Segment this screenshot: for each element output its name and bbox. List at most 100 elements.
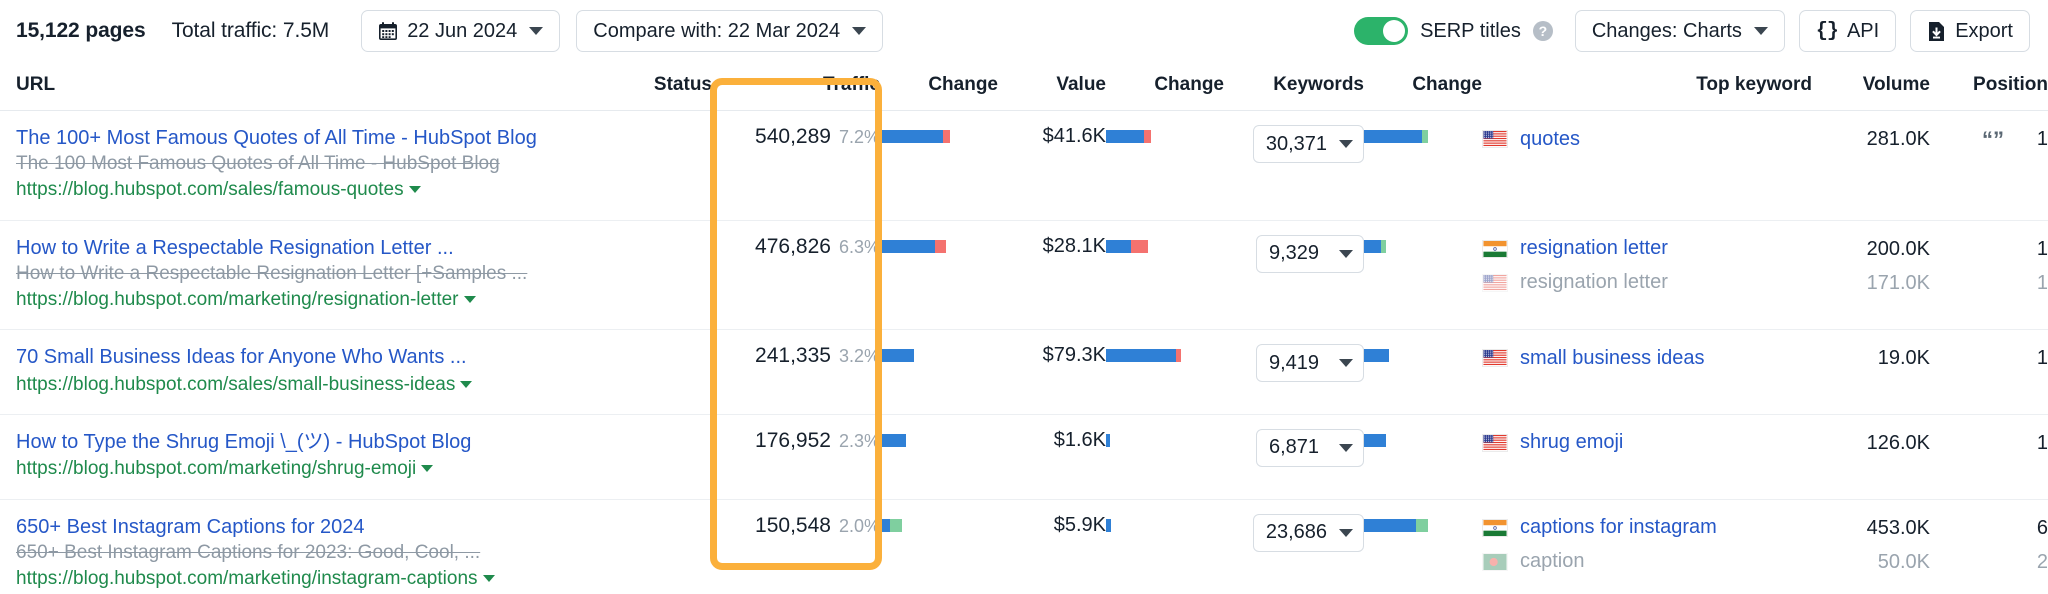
- position-line: 1: [1930, 429, 2048, 457]
- col-header-keywords[interactable]: Keywords: [1224, 62, 1364, 111]
- bar-segment: [1364, 433, 1386, 447]
- page-title-link[interactable]: 650+ Best Instagram Captions for 2024: [0, 514, 612, 540]
- keywords-dropdown[interactable]: 9,419: [1256, 344, 1364, 383]
- cell-change-value: [1106, 329, 1224, 415]
- col-header-top-keyword[interactable]: Top keyword: [1482, 62, 1812, 111]
- bar-segment: [1106, 239, 1131, 253]
- cell-change-value: [1106, 110, 1224, 221]
- chevron-down-icon[interactable]: [482, 575, 495, 583]
- traffic-value: 150,548: [755, 513, 831, 537]
- keyword-link[interactable]: resignation letter: [1520, 271, 1668, 294]
- keywords-count: 6,871: [1269, 436, 1320, 459]
- keywords-change-bar: [1364, 349, 1482, 363]
- compare-date-label: Compare with: 22 Mar 2024: [593, 19, 841, 42]
- cell-url: How to Write a Respectable Resignation L…: [0, 220, 612, 331]
- keywords-dropdown[interactable]: 9,329: [1256, 234, 1364, 273]
- bar-segment: [880, 349, 914, 363]
- chevron-down-icon: [1753, 27, 1768, 35]
- keyword-entry: resignation letter: [1482, 269, 1812, 297]
- cell-volume: 281.0K: [1812, 110, 1930, 221]
- page-title-link[interactable]: The 100+ Most Famous Quotes of All Time …: [0, 125, 612, 151]
- page-url[interactable]: https://blog.hubspot.com/marketing/resig…: [0, 286, 612, 313]
- keywords-dropdown[interactable]: 30,371: [1252, 125, 1364, 163]
- traffic-change-bar: [880, 130, 998, 143]
- previous-page-title: 650+ Best Instagram Captions for 2023: G…: [16, 541, 481, 563]
- col-header-change-traffic[interactable]: Change: [880, 62, 998, 111]
- cell-value: $41.6K: [998, 110, 1106, 221]
- table-body: The 100+ Most Famous Quotes of All Time …: [0, 110, 2048, 594]
- position-value: 2: [2036, 550, 2048, 573]
- total-traffic: Total traffic: 7.5M: [171, 19, 330, 42]
- date-picker-label: 22 Jun 2024: [407, 19, 518, 42]
- export-button[interactable]: Export: [1910, 10, 2030, 52]
- bar-segment: [880, 518, 890, 532]
- serp-titles-toggle[interactable]: [1354, 17, 1409, 45]
- previous-page-title: The 100 Most Famous Quotes of All Time -…: [16, 153, 500, 175]
- col-header-change-value[interactable]: Change: [1106, 62, 1224, 111]
- page-url-text: https://blog.hubspot.com/marketing/insta…: [16, 568, 478, 590]
- chevron-down-icon: [529, 27, 544, 35]
- page-url[interactable]: https://blog.hubspot.com/marketing/shrug…: [0, 455, 612, 482]
- cell-top-keyword: shrug emoji: [1482, 414, 1812, 500]
- volume-value: 126.0K: [1866, 431, 1930, 454]
- chevron-down-icon[interactable]: [463, 296, 476, 304]
- cell-keywords: 9,419: [1224, 329, 1364, 415]
- cell-volume: 200.0K 171.0K: [1812, 220, 1930, 331]
- col-header-position[interactable]: Position: [1930, 62, 2048, 111]
- traffic-share: 7.2%: [838, 127, 880, 147]
- cell-status: [612, 220, 712, 331]
- cell-url: 70 Small Business Ideas for Anyone Who W…: [0, 329, 612, 415]
- keyword-link[interactable]: caption: [1520, 550, 1585, 573]
- position-value: 1: [2036, 347, 2048, 370]
- cell-top-keyword: resignation letter resignation letter: [1482, 220, 1812, 331]
- col-header-url[interactable]: URL: [0, 62, 612, 111]
- compare-date-button[interactable]: Compare with: 22 Mar 2024: [576, 10, 884, 52]
- chevron-down-icon[interactable]: [421, 465, 434, 473]
- chevron-down-icon[interactable]: [408, 186, 421, 194]
- col-header-value[interactable]: Value: [998, 62, 1106, 111]
- value-change-bar: [1106, 433, 1224, 447]
- table-row: 650+ Best Instagram Captions for 2024 650…: [0, 499, 2048, 594]
- keyword-link[interactable]: resignation letter: [1520, 237, 1668, 260]
- braces-icon: {}: [1815, 19, 1839, 43]
- col-header-status[interactable]: Status: [612, 62, 712, 111]
- traffic-share: 2.3%: [838, 430, 880, 451]
- keywords-count: 9,419: [1269, 351, 1320, 374]
- keywords-change-bar: [1364, 239, 1482, 253]
- page-url[interactable]: https://blog.hubspot.com/sales/small-bus…: [0, 371, 612, 398]
- cell-change-traffic: [880, 220, 998, 331]
- bar-segment: [1364, 130, 1422, 143]
- chevron-down-icon[interactable]: [460, 380, 473, 388]
- help-icon[interactable]: ?: [1532, 21, 1553, 41]
- cell-value: $5.9K: [1053, 513, 1106, 536]
- traffic-change-bar: [880, 433, 998, 447]
- flag-icon-us: [1482, 130, 1508, 148]
- cell-url: How to Type the Shrug Emoji \_(ツ) - HubS…: [0, 414, 612, 500]
- col-header-change-keywords[interactable]: Change: [1364, 62, 1482, 111]
- page-url-text: https://blog.hubspot.com/sales/small-bus…: [16, 373, 456, 395]
- keyword-link[interactable]: quotes: [1520, 128, 1580, 151]
- page-url[interactable]: https://blog.hubspot.com/marketing/insta…: [0, 565, 612, 592]
- page-title-link[interactable]: How to Write a Respectable Resignation L…: [0, 235, 612, 261]
- keyword-link[interactable]: small business ideas: [1520, 347, 1705, 370]
- serp-feature-snippet-icon[interactable]: “”: [1982, 126, 2004, 154]
- keyword-link[interactable]: captions for instagram: [1520, 516, 1717, 539]
- keywords-dropdown[interactable]: 23,686: [1252, 513, 1364, 552]
- keywords-dropdown[interactable]: 6,871: [1256, 428, 1364, 467]
- flag-icon-bd: [1483, 553, 1507, 570]
- position-value: 1: [2036, 128, 2048, 150]
- page-title-link[interactable]: How to Type the Shrug Emoji \_(ツ) - HubS…: [0, 429, 612, 455]
- bar-segment: [890, 518, 902, 532]
- api-button[interactable]: {} API: [1798, 10, 1897, 52]
- col-header-traffic[interactable]: Traffic: [712, 62, 880, 111]
- changes-mode-button[interactable]: Changes: Charts: [1574, 10, 1785, 52]
- bar-segment: [1381, 239, 1386, 253]
- cell-value: $28.1K: [998, 220, 1106, 331]
- keyword-link[interactable]: shrug emoji: [1520, 431, 1623, 454]
- page-url[interactable]: https://blog.hubspot.com/sales/famous-qu…: [0, 176, 612, 203]
- chevron-down-icon: [852, 27, 867, 35]
- page-title-link[interactable]: 70 Small Business Ideas for Anyone Who W…: [0, 344, 612, 370]
- col-header-volume[interactable]: Volume: [1812, 62, 1930, 111]
- date-picker-button[interactable]: 22 Jun 2024: [361, 10, 561, 52]
- cell-top-keyword: quotes: [1482, 110, 1812, 221]
